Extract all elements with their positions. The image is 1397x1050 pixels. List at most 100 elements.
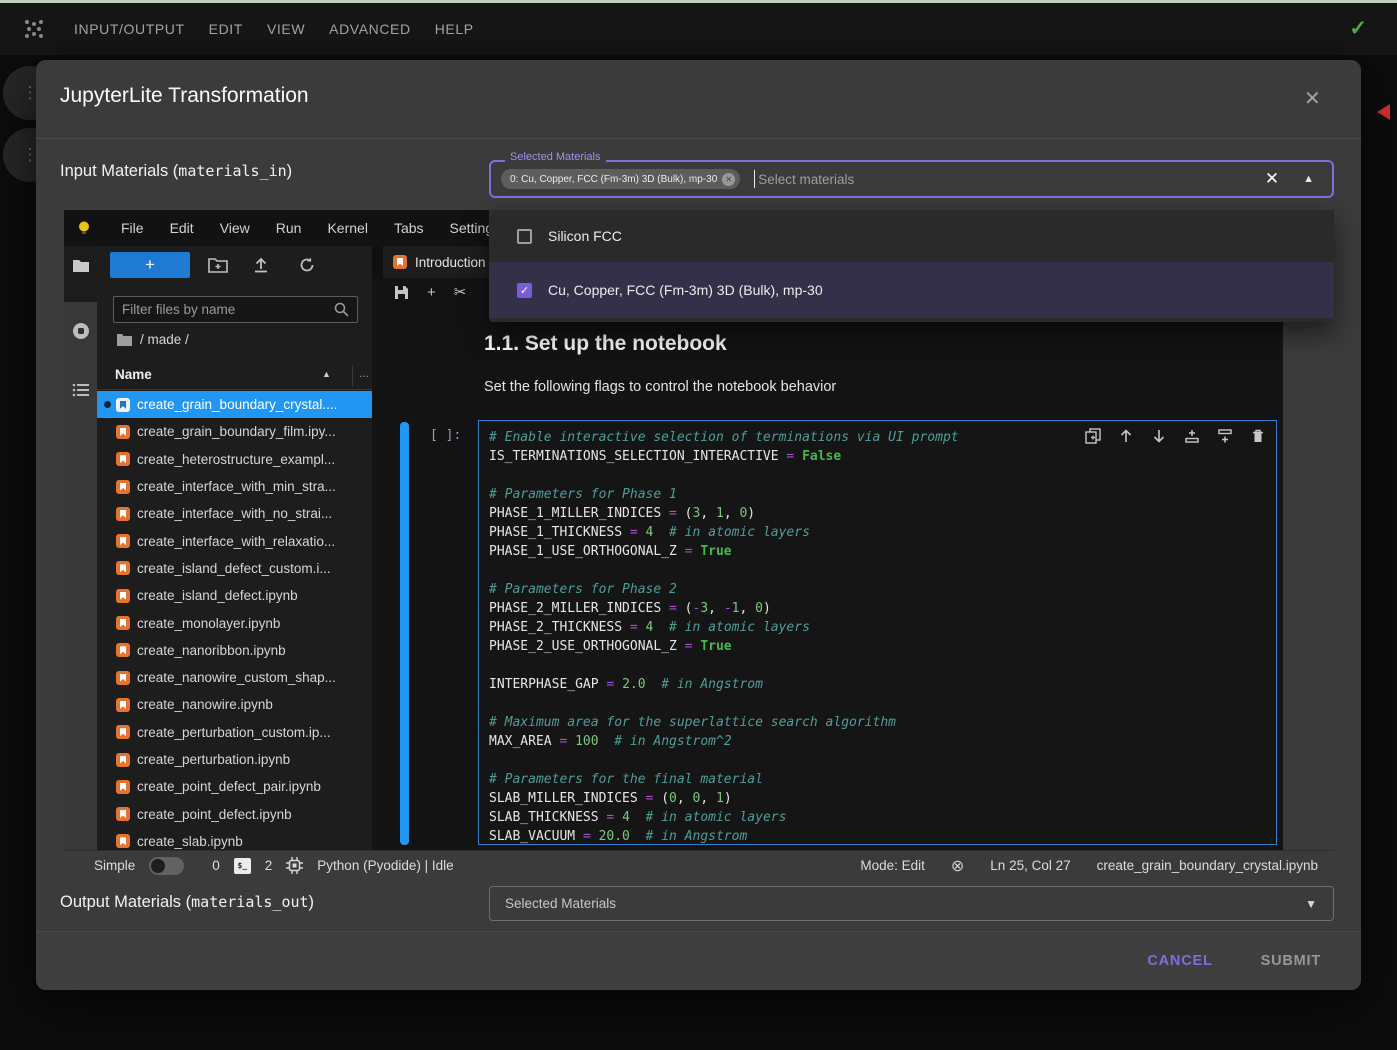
- lightbulb-icon[interactable]: [76, 220, 92, 236]
- file-row[interactable]: create_point_defect_pair.ipynb: [97, 773, 372, 800]
- notebook-file-icon: [116, 398, 130, 412]
- jupyter-menu-file[interactable]: File: [108, 220, 157, 236]
- file-name: create_perturbation.ipynb: [137, 752, 290, 767]
- file-row[interactable]: create_interface_with_min_stra...: [97, 473, 372, 500]
- cancel-button[interactable]: CANCEL: [1147, 953, 1212, 969]
- file-row[interactable]: create_nanoribbon.ipynb: [97, 637, 372, 664]
- file-row[interactable]: create_grain_boundary_film.ipy...: [97, 418, 372, 445]
- code-lines[interactable]: # Enable interactive selection of termin…: [479, 421, 1276, 845]
- file-row[interactable]: create_perturbation.ipynb: [97, 746, 372, 773]
- topbar-menu-view[interactable]: VIEW: [267, 21, 305, 37]
- material-option[interactable]: Silicon FCC: [489, 210, 1334, 262]
- file-row[interactable]: create_monolayer.ipynb: [97, 609, 372, 636]
- notebook-file-icon: [116, 425, 130, 439]
- duplicate-cell-icon[interactable]: [1085, 428, 1101, 444]
- jupyter-menu-run[interactable]: Run: [263, 220, 315, 236]
- breadcrumb[interactable]: / made /: [117, 332, 189, 347]
- notebook-file-icon: [116, 452, 130, 466]
- divider: [36, 138, 1361, 139]
- activity-tab-files[interactable]: [64, 246, 97, 302]
- name-column-header[interactable]: Name: [115, 367, 152, 382]
- select-materials-placeholder[interactable]: Select materials: [758, 172, 1265, 187]
- output-materials-label: Output Materials (materials_out): [60, 893, 314, 912]
- check-icon[interactable]: ✓: [1349, 16, 1367, 41]
- save-icon[interactable]: [394, 285, 409, 300]
- collapse-dropdown-icon[interactable]: ▲: [1303, 173, 1314, 185]
- close-icon[interactable]: ✕: [1304, 86, 1321, 111]
- material-chip[interactable]: 0: Cu, Copper, FCC (Fm-3m) 3D (Bulk), mp…: [501, 169, 740, 189]
- jupyter-menu-view[interactable]: View: [207, 220, 263, 236]
- app-logo-dots-icon[interactable]: [22, 17, 46, 41]
- new-folder-icon[interactable]: [208, 256, 228, 274]
- topbar-menu-advanced[interactable]: ADVANCED: [329, 21, 411, 37]
- sort-ascending-icon[interactable]: ▲: [322, 369, 331, 379]
- selected-materials-input[interactable]: 0: Cu, Copper, FCC (Fm-3m) 3D (Bulk), mp…: [489, 160, 1334, 198]
- file-row[interactable]: create_island_defect.ipynb: [97, 582, 372, 609]
- notebook-file-icon: [116, 807, 130, 821]
- file-name: create_grain_boundary_crystal....: [137, 397, 337, 412]
- file-row[interactable]: create_interface_with_no_strai...: [97, 500, 372, 527]
- file-row[interactable]: create_grain_boundary_crystal....: [97, 391, 372, 418]
- simple-mode-label: Simple: [94, 858, 135, 873]
- clear-selection-icon[interactable]: ✕: [1265, 169, 1279, 189]
- notebook-file-icon: [116, 725, 130, 739]
- mode-indicator[interactable]: Mode: Edit: [860, 858, 925, 873]
- jupyter-menu-edit[interactable]: Edit: [157, 220, 207, 236]
- file-row[interactable]: create_perturbation_custom.ip...: [97, 719, 372, 746]
- submit-button[interactable]: SUBMIT: [1261, 953, 1321, 969]
- file-row[interactable]: create_nanowire_custom_shap...: [97, 664, 372, 691]
- file-row[interactable]: create_point_defect.ipynb: [97, 800, 372, 827]
- topbar-menu-edit[interactable]: EDIT: [209, 21, 243, 37]
- insert-cell-above-icon[interactable]: [1184, 428, 1200, 444]
- file-name: create_point_defect_pair.ipynb: [137, 779, 321, 794]
- file-row[interactable]: create_slab.ipynb: [97, 828, 372, 850]
- notebook-file-icon: [116, 780, 130, 794]
- new-launcher-button[interactable]: +: [110, 252, 190, 278]
- add-cell-icon[interactable]: +: [427, 284, 436, 301]
- simple-mode-toggle[interactable]: [149, 857, 184, 875]
- selected-cell-indicator[interactable]: [400, 422, 409, 845]
- cut-cell-icon[interactable]: ✂: [454, 283, 467, 301]
- terminal-count: 0: [212, 858, 220, 873]
- upload-icon[interactable]: [252, 256, 270, 274]
- notebook-file-icon: [116, 753, 130, 767]
- file-name: create_nanowire_custom_shap...: [137, 670, 336, 685]
- insert-cell-below-icon[interactable]: [1217, 428, 1233, 444]
- app-menubar: INPUT/OUTPUT EDIT VIEW ADVANCED HELP ✓: [0, 3, 1397, 55]
- terminal-icon[interactable]: $_: [234, 858, 251, 874]
- chip-remove-icon[interactable]: ✕: [722, 173, 735, 186]
- statusbar-right: Mode: Edit ⊗ Ln 25, Col 27 create_grain_…: [860, 856, 1318, 876]
- refresh-icon[interactable]: [298, 256, 316, 274]
- jupyter-menu-tabs[interactable]: Tabs: [381, 220, 437, 236]
- checkbox-checked[interactable]: ✓: [517, 283, 532, 298]
- tab-introduction[interactable]: Introduction: [383, 246, 505, 278]
- chevron-down-icon: ▼: [1305, 897, 1317, 911]
- notebook-file-icon: [116, 480, 130, 494]
- running-kernels-icon[interactable]: [72, 322, 90, 340]
- file-row[interactable]: create_interface_with_relaxatio...: [97, 527, 372, 554]
- kernel-chip-icon[interactable]: [286, 857, 303, 874]
- markdown-paragraph: Set the following flags to control the n…: [484, 379, 836, 395]
- checkbox-unchecked[interactable]: [517, 229, 532, 244]
- output-materials-select[interactable]: Selected Materials ▼: [489, 886, 1334, 921]
- kernel-status[interactable]: Python (Pyodide) | Idle: [317, 858, 453, 873]
- folder-icon[interactable]: [72, 258, 90, 274]
- move-cell-down-icon[interactable]: [1151, 428, 1167, 444]
- topbar-menu-input-output[interactable]: INPUT/OUTPUT: [74, 21, 185, 37]
- move-cell-up-icon[interactable]: [1118, 428, 1134, 444]
- jupyter-menu-kernel[interactable]: Kernel: [314, 220, 380, 236]
- file-row[interactable]: create_heterostructure_exampl...: [97, 446, 372, 473]
- notebook-file-icon: [116, 507, 130, 521]
- topbar-menu-help[interactable]: HELP: [435, 21, 474, 37]
- cursor-position[interactable]: Ln 25, Col 27: [990, 858, 1070, 873]
- delete-cell-icon[interactable]: [1250, 428, 1266, 444]
- file-name: create_interface_with_relaxatio...: [137, 534, 335, 549]
- trust-shield-icon[interactable]: ⊗: [951, 856, 964, 876]
- file-row[interactable]: create_island_defect_custom.i...: [97, 555, 372, 582]
- code-cell[interactable]: # Enable interactive selection of termin…: [478, 420, 1277, 845]
- file-list-header[interactable]: Name ▲ ...: [97, 362, 372, 390]
- table-of-contents-icon[interactable]: [72, 382, 90, 398]
- material-option[interactable]: ✓Cu, Copper, FCC (Fm-3m) 3D (Bulk), mp-3…: [489, 262, 1334, 318]
- file-row[interactable]: create_nanowire.ipynb: [97, 691, 372, 718]
- filter-files-input[interactable]: Filter files by name: [113, 296, 358, 323]
